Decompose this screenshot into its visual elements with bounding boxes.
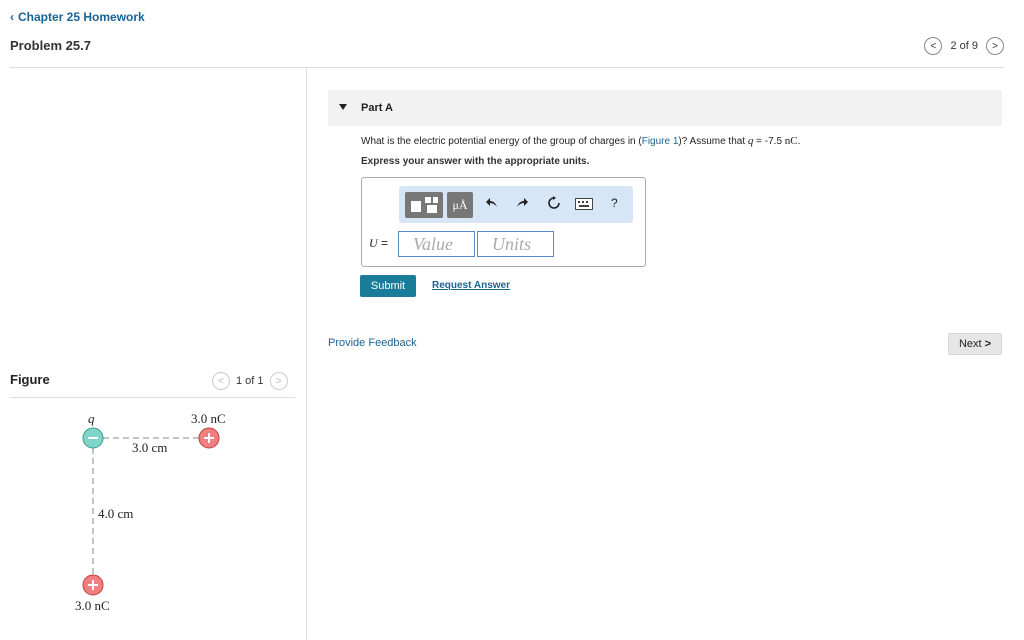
back-to-chapter-link[interactable]: ‹ Chapter 25 Homework bbox=[10, 10, 145, 24]
problem-position: 2 of 9 bbox=[950, 40, 978, 52]
next-problem-button[interactable]: > bbox=[986, 37, 1004, 55]
templates-button[interactable] bbox=[405, 192, 443, 218]
answer-equals: = bbox=[377, 236, 389, 250]
charge-q-label: q bbox=[88, 411, 95, 426]
problem-title: Problem 25.7 bbox=[10, 38, 91, 53]
reset-icon[interactable] bbox=[547, 196, 561, 213]
chevron-left-icon: < bbox=[218, 375, 224, 387]
next-button[interactable]: Next > bbox=[948, 333, 1002, 355]
top-charge-label: 3.0 nC bbox=[191, 411, 226, 426]
units-button[interactable]: μÅ bbox=[447, 192, 473, 218]
chevron-right-icon: > bbox=[984, 338, 992, 350]
templates-icon bbox=[411, 197, 438, 213]
value-input[interactable]: Value bbox=[398, 231, 475, 257]
caret-down-icon[interactable] bbox=[339, 104, 347, 110]
answer-variable: U bbox=[369, 236, 378, 250]
horizontal-distance-label: 3.0 cm bbox=[132, 440, 167, 455]
question-end: . bbox=[797, 136, 801, 147]
part-a-header[interactable] bbox=[328, 90, 1002, 126]
question-prefix: What is the electric potential energy of… bbox=[361, 136, 642, 147]
part-title: Part A bbox=[361, 102, 393, 114]
previous-problem-button[interactable]: < bbox=[924, 37, 943, 55]
chevron-left-icon: ‹ bbox=[10, 10, 14, 24]
figure-divider bbox=[10, 397, 295, 398]
figure-position: 1 of 1 bbox=[236, 375, 264, 387]
question-text: What is the electric potential energy of… bbox=[361, 135, 800, 147]
undo-icon[interactable] bbox=[485, 196, 499, 213]
question-value: = -7.5 bbox=[753, 136, 785, 147]
answer-label: U = bbox=[369, 236, 388, 251]
provide-feedback-link[interactable]: Provide Feedback bbox=[328, 337, 417, 349]
figure-title: Figure bbox=[10, 372, 50, 387]
figure-pager: < 1 of 1 > bbox=[212, 372, 288, 390]
next-figure-button[interactable]: > bbox=[269, 372, 288, 390]
math-toolbar: μÅ ? bbox=[399, 186, 633, 223]
submit-button[interactable]: Submit bbox=[360, 275, 416, 297]
units-input[interactable]: Units bbox=[477, 231, 554, 257]
chevron-right-icon: > bbox=[275, 375, 282, 387]
chevron-left-icon: < bbox=[930, 40, 937, 52]
redo-icon[interactable] bbox=[515, 196, 529, 213]
column-divider bbox=[306, 67, 307, 640]
help-button[interactable]: ? bbox=[611, 196, 618, 210]
next-button-label: Next bbox=[958, 338, 982, 350]
figure-link[interactable]: Figure 1 bbox=[642, 136, 679, 147]
units-button-label: μÅ bbox=[452, 198, 468, 212]
previous-figure-button[interactable]: < bbox=[212, 372, 230, 390]
question-unit: nC bbox=[784, 135, 798, 147]
problem-pager: < 2 of 9 > bbox=[924, 37, 1004, 55]
charge-diagram: q 3.0 nC 3.0 cm 4.0 cm 3.0 nC bbox=[75, 411, 226, 613]
back-link-label: Chapter 25 Homework bbox=[18, 10, 145, 24]
vertical-distance-label: 4.0 cm bbox=[98, 506, 133, 521]
keyboard-icon[interactable] bbox=[575, 198, 593, 213]
request-answer-link[interactable]: Request Answer bbox=[432, 280, 510, 291]
bottom-charge-label: 3.0 nC bbox=[75, 598, 110, 613]
header-divider bbox=[10, 67, 1004, 68]
question-middle: )? Assume that bbox=[678, 136, 748, 147]
answer-instruction: Express your answer with the appropriate… bbox=[361, 156, 590, 167]
chevron-right-icon: > bbox=[992, 40, 998, 52]
